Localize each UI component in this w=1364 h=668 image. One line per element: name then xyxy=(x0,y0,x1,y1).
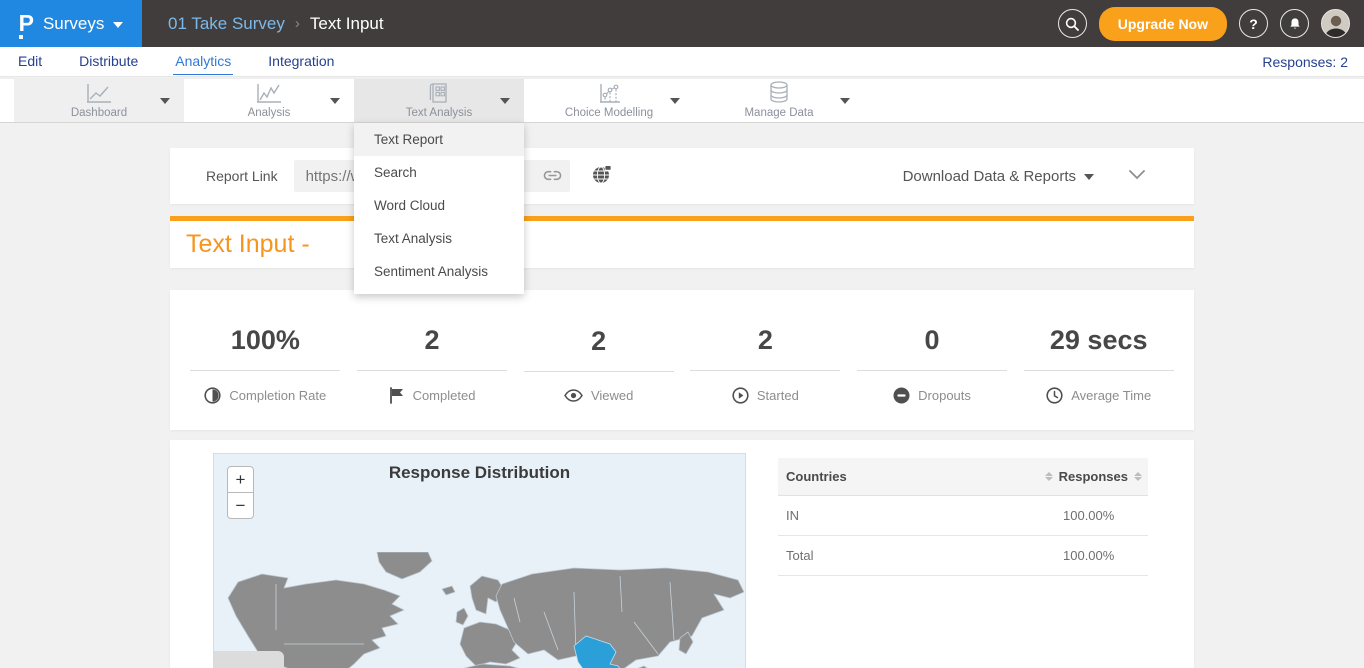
chevron-down-icon xyxy=(330,98,340,104)
chevron-down-icon xyxy=(500,98,510,104)
chevron-down-icon xyxy=(160,98,170,104)
chevron-down-icon xyxy=(1084,174,1094,180)
database-icon xyxy=(767,82,791,104)
collapse-section-chevron-icon[interactable] xyxy=(1128,168,1146,186)
app-screen: P Surveys 01 Take Survey › Text Input Up… xyxy=(0,0,1364,668)
report-link-card: Report Link Download Data & Reports xyxy=(170,148,1194,204)
product-name: Surveys xyxy=(43,14,104,34)
clock-icon xyxy=(1046,387,1063,404)
text-analysis-menu: Text Report Search Word Cloud Text Analy… xyxy=(354,123,524,294)
help-button[interactable]: ? xyxy=(1239,9,1268,38)
chevron-down-icon xyxy=(113,22,123,28)
surveys-menu[interactable]: P Surveys xyxy=(0,0,142,47)
tab-text-analysis[interactable]: Text Analysis xyxy=(354,79,524,122)
menu-item-sentiment-analysis[interactable]: Sentiment Analysis xyxy=(354,255,524,288)
chevron-down-icon xyxy=(670,98,680,104)
map-zoom-control: + − xyxy=(227,466,254,519)
header-actions: Upgrade Now ? xyxy=(1058,7,1364,41)
question-title: Text Input - xyxy=(186,230,310,259)
tab-choice-modelling[interactable]: Choice Modelling xyxy=(524,79,694,122)
countries-table-header: Countries Responses xyxy=(778,458,1148,496)
countries-column-header: Countries xyxy=(786,469,847,484)
search-icon xyxy=(1065,17,1079,31)
breadcrumb-survey-link[interactable]: 01 Take Survey xyxy=(168,14,285,34)
breadcrumb-current-page: Text Input xyxy=(310,14,384,34)
questionpro-logo-icon: P xyxy=(19,12,34,35)
responses-count: Responses: 2 xyxy=(1262,54,1348,70)
sort-responses-icon[interactable] xyxy=(1134,472,1142,481)
subnav-integration[interactable]: Integration xyxy=(266,48,336,75)
search-button[interactable] xyxy=(1058,9,1087,38)
tab-manage-data[interactable]: Manage Data xyxy=(694,79,864,122)
breadcrumb-separator: › xyxy=(295,15,300,32)
analytics-toolbar: Dashboard Analysis Text Analysis Choice … xyxy=(0,78,1364,123)
tab-dashboard[interactable]: Dashboard xyxy=(14,79,184,122)
map-attribution-box xyxy=(214,651,284,668)
sort-countries-icon[interactable] xyxy=(1045,472,1053,481)
breadcrumb: 01 Take Survey › Text Input xyxy=(168,14,384,34)
top-header: P Surveys 01 Take Survey › Text Input Up… xyxy=(0,0,1364,47)
report-link-label: Report Link xyxy=(206,168,278,184)
flag-icon xyxy=(389,387,405,404)
bell-icon xyxy=(1288,17,1302,31)
globe-lock-icon[interactable] xyxy=(592,164,612,189)
zigzag-chart-icon xyxy=(256,82,282,104)
menu-item-text-report[interactable]: Text Report xyxy=(354,123,524,156)
chevron-down-icon xyxy=(840,98,850,104)
download-data-reports-dropdown[interactable]: Download Data & Reports xyxy=(903,168,1194,185)
upgrade-now-button[interactable]: Upgrade Now xyxy=(1099,7,1227,41)
line-chart-icon xyxy=(86,82,112,104)
menu-item-search[interactable]: Search xyxy=(354,156,524,189)
stat-average-time: 29 secs Average Time xyxy=(1015,290,1182,430)
response-map[interactable]: Response Distribution + − xyxy=(213,453,746,668)
tab-analysis[interactable]: Analysis xyxy=(184,79,354,122)
table-row: IN 100.00% xyxy=(778,496,1148,536)
stat-completed: 2 Completed xyxy=(349,290,516,430)
table-row: Total 100.00% xyxy=(778,536,1148,576)
response-distribution-card: Response Distribution + − xyxy=(170,440,1194,668)
eye-icon xyxy=(564,389,583,402)
countries-table: Countries Responses IN 100.00% Total 100… xyxy=(778,458,1148,576)
user-photo-icon xyxy=(1322,10,1350,38)
menu-item-word-cloud[interactable]: Word Cloud xyxy=(354,189,524,222)
map-zoom-out-button[interactable]: − xyxy=(227,492,254,519)
stat-viewed: 2 Viewed xyxy=(515,290,682,430)
minus-circle-icon xyxy=(893,387,910,404)
responses-column-header: Responses xyxy=(1059,469,1128,484)
stat-completion-rate: 100% Completion Rate xyxy=(182,290,349,430)
avatar[interactable] xyxy=(1321,9,1350,38)
copy-link-icon[interactable] xyxy=(543,167,562,189)
question-title-card: Text Input - xyxy=(170,221,1194,268)
play-circle-icon xyxy=(732,387,749,404)
contrast-icon xyxy=(204,387,221,404)
subnav-analytics[interactable]: Analytics xyxy=(173,48,233,75)
subnav-distribute[interactable]: Distribute xyxy=(77,48,140,75)
world-map-image xyxy=(214,552,746,668)
notifications-button[interactable] xyxy=(1280,9,1309,38)
stat-dropouts: 0 Dropouts xyxy=(849,290,1016,430)
text-report-icon xyxy=(427,82,451,104)
dot-chart-icon xyxy=(596,82,622,104)
question-mark-icon: ? xyxy=(1249,16,1258,32)
map-zoom-in-button[interactable]: + xyxy=(227,466,254,493)
stat-started: 2 Started xyxy=(682,290,849,430)
subnav-edit[interactable]: Edit xyxy=(16,48,44,75)
survey-subnav: Edit Distribute Analytics Integration Re… xyxy=(0,47,1364,77)
map-title: Response Distribution xyxy=(214,463,745,483)
survey-stats-card: 100% Completion Rate 2 Completed 2 Viewe… xyxy=(170,290,1194,430)
menu-item-text-analysis[interactable]: Text Analysis xyxy=(354,222,524,255)
